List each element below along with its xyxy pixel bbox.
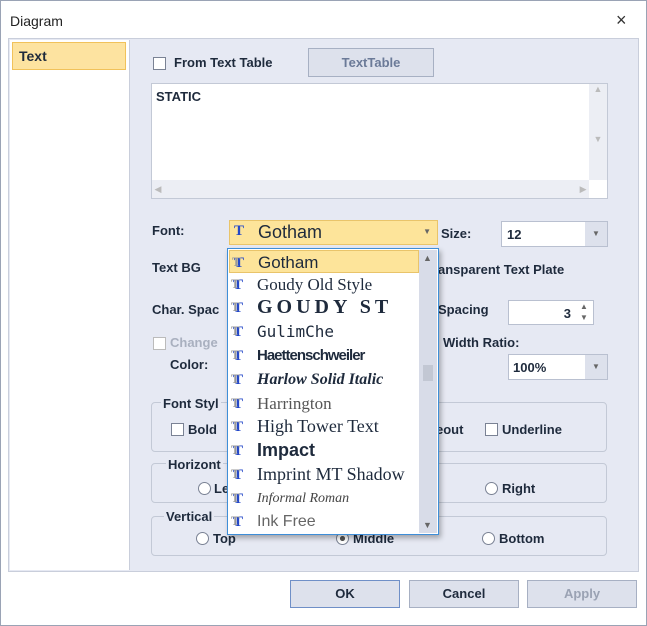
font-type-icon: T [231, 510, 243, 533]
right-label: Right [502, 481, 536, 496]
font-option[interactable]: T Impact [229, 439, 419, 462]
scroll-down-icon[interactable]: ▼ [423, 520, 432, 530]
font-type-icon: T [231, 487, 243, 510]
font-option-label: Goudy Old Style [257, 275, 373, 294]
font-option-label: High Tower Text [257, 416, 379, 436]
bold-label: Bold [188, 422, 217, 437]
font-type-icon: T [231, 344, 243, 367]
char-spacing-label: Char. Spac [152, 302, 220, 317]
font-type-icon: T [231, 296, 243, 319]
color-label: Color: [170, 357, 209, 372]
change-checkbox[interactable] [153, 337, 166, 350]
font-option-label: Impact [257, 440, 316, 460]
font-option[interactable]: T Gotham [229, 250, 419, 273]
font-label: Font: [152, 223, 185, 238]
font-type-icon: T [231, 392, 243, 415]
font-dropdown-list[interactable]: T Gotham T Goudy Old Style T GOUDY ST T Guli… [227, 248, 439, 535]
font-option-label: Harlow Solid Italic [257, 371, 384, 388]
transparent-text-plate-label: ansparent Text Plate [438, 262, 565, 277]
font-type-icon: T [231, 415, 243, 438]
width-ratio-value: 100% [513, 360, 547, 375]
font-type-icon: T [234, 223, 245, 239]
sidebar-item-text[interactable]: Text [12, 42, 126, 70]
font-option[interactable]: T Harlow Solid Italic [229, 368, 419, 391]
width-ratio-label: Width Ratio: [443, 335, 520, 350]
font-value: Gotham [258, 222, 323, 242]
font-option-label: GOUDY ST [257, 296, 393, 318]
size-combo[interactable]: 12 ▼ [501, 221, 608, 247]
font-option[interactable]: T Ink Free [229, 510, 419, 533]
line-spacing-label: Spacing [438, 302, 489, 317]
strikeout-label: eout [436, 422, 464, 437]
font-type-icon: T [231, 320, 243, 343]
text-table-button[interactable]: TextTable [308, 48, 434, 77]
width-ratio-combo[interactable]: 100% ▼ [508, 354, 608, 380]
font-option[interactable]: T GOUDY ST [229, 296, 419, 319]
font-option-label: GulimChe [257, 322, 335, 341]
scroll-up-icon[interactable]: ▲ [423, 253, 432, 263]
font-type-icon: T [231, 463, 243, 486]
bottom-label: Bottom [499, 531, 545, 546]
ok-button[interactable]: OK [290, 580, 400, 608]
font-type-icon: T [231, 273, 243, 296]
font-style-title: Font Styl [161, 396, 221, 411]
text-value: STATIC [156, 89, 202, 104]
chevron-down-icon: ▼ [585, 222, 607, 246]
vertical-title: Vertical [164, 509, 215, 524]
underline-label: Underline [502, 422, 562, 437]
text-area[interactable]: STATIC ▲ ▼ ◀ ▶ [151, 83, 608, 199]
apply-button[interactable]: Apply [527, 580, 637, 608]
font-option[interactable]: T High Tower Text [229, 415, 419, 438]
underline-checkbox[interactable] [485, 423, 498, 436]
font-option[interactable]: T Harrington [229, 392, 419, 415]
font-option-label: Harrington [257, 394, 332, 413]
change-label: Change [170, 335, 218, 350]
font-option[interactable]: T Haettenschweiler [229, 344, 419, 367]
chevron-down-icon: ▼ [423, 227, 431, 236]
scrollbar-thumb[interactable] [423, 365, 433, 381]
font-option-label: Ink Free [257, 513, 316, 530]
left-radio[interactable] [198, 482, 211, 495]
font-combo[interactable]: T Gotham ▼ [229, 220, 438, 245]
dropdown-scrollbar[interactable]: ▲ ▼ [419, 250, 437, 533]
sidebar [10, 40, 130, 570]
font-option[interactable]: T Goudy Old Style [229, 273, 419, 296]
close-icon[interactable]: × [616, 10, 627, 31]
cancel-button[interactable]: Cancel [409, 580, 519, 608]
horizontal-scrollbar[interactable]: ◀ ▶ [152, 180, 589, 198]
font-type-icon: T [232, 251, 244, 272]
font-option[interactable]: T GulimChe [229, 320, 419, 343]
font-type-icon: T [231, 368, 243, 391]
size-value: 12 [507, 227, 522, 242]
font-option-label: Haettenschweiler [257, 347, 365, 364]
spacing-value: 3 [563, 306, 571, 321]
font-option-label: Informal Roman [257, 491, 350, 506]
font-option[interactable]: T Informal Roman [229, 487, 419, 510]
spinner-arrows-icon[interactable]: ▲ ▼ [575, 301, 593, 323]
from-text-table-label: From Text Table [174, 55, 273, 70]
text-bg-label: Text BG [152, 260, 201, 275]
bottom-radio[interactable] [482, 532, 495, 545]
bold-checkbox[interactable] [171, 423, 184, 436]
font-type-icon: T [231, 439, 243, 462]
chevron-down-icon: ▼ [585, 355, 607, 379]
size-label: Size: [441, 226, 472, 241]
spacing-spinner[interactable]: 3 ▲ ▼ [508, 300, 594, 325]
font-option[interactable]: T Imprint MT Shadow [229, 463, 419, 486]
horizontal-title: Horizont [166, 457, 223, 472]
from-text-table-checkbox[interactable] [153, 57, 166, 70]
font-option-label: Imprint MT Shadow [257, 464, 405, 484]
vertical-scrollbar[interactable]: ▲ ▼ [589, 84, 607, 180]
font-option-label: Gotham [258, 253, 319, 272]
right-radio[interactable] [485, 482, 498, 495]
dialog-title: Diagram [10, 13, 63, 29]
top-radio[interactable] [196, 532, 209, 545]
